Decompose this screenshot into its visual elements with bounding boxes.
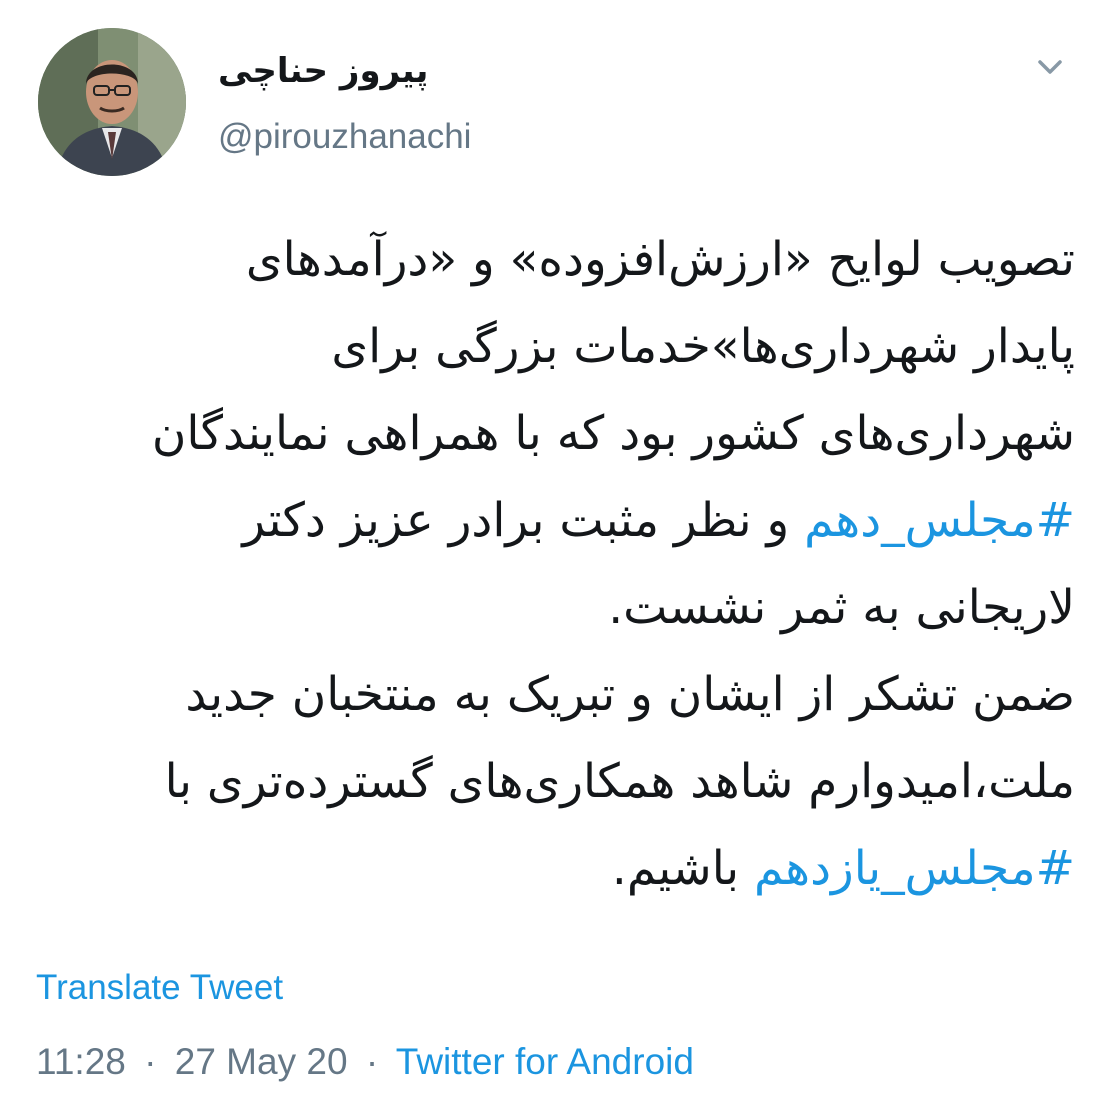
tweet-text-segment: و نظر مثبت برادر عزیز دکتر: [242, 493, 805, 548]
tweet-source-link[interactable]: Twitter for Android: [396, 1041, 694, 1082]
author-display-name[interactable]: پیروز حناچی: [218, 46, 448, 96]
tweet-line: #مجلس_یازدهم باشیم.: [30, 825, 1075, 912]
tweet-line: ملت،امیدوارم شاهد همکاری‌های گسترده‌تری …: [30, 738, 1075, 825]
tweet-metadata: 11:28 · 27 May 20 · Twitter for Android: [36, 1036, 694, 1088]
tweet-line: #مجلس_دهم و نظر مثبت برادر عزیز دکتر: [30, 477, 1075, 564]
tweet-text-segment: شهرداری‌های کشور بود که با همراهی نمایند…: [151, 406, 1075, 461]
tweet-text-segment: تصویب لوایح «ارزش‌افزوده» و «درآمدهای: [245, 232, 1075, 287]
hashtag-link[interactable]: #مجلس_یازدهم: [754, 841, 1075, 896]
tweet-line: تصویب لوایح «ارزش‌افزوده» و «درآمدهای: [30, 216, 1075, 303]
tweet-text-segment: ضمن تشکر از ایشان و تبریک به منتخبان جدی…: [185, 667, 1075, 722]
avatar[interactable]: [38, 28, 186, 176]
tweet-line: شهرداری‌های کشور بود که با همراهی نمایند…: [30, 390, 1075, 477]
tweet-date[interactable]: 27 May 20: [175, 1041, 348, 1082]
tweet-line: ضمن تشکر از ایشان و تبریک به منتخبان جدی…: [30, 651, 1075, 738]
profile-photo-icon: [38, 28, 186, 176]
tweet-time[interactable]: 11:28: [36, 1041, 126, 1082]
translate-tweet-link[interactable]: Translate Tweet: [36, 963, 283, 1013]
chevron-down-icon[interactable]: [1030, 52, 1070, 84]
tweet-line: پایدار شهرداری‌ها»خدمات بزرگی برای: [30, 303, 1075, 390]
tweet-text-segment: لاریجانی به ثمر نشست.: [608, 580, 1075, 635]
author-handle[interactable]: @pirouzhanachi: [218, 112, 471, 162]
tweet-header: پیروز حناچی @pirouzhanachi: [0, 0, 1098, 190]
tweet-text-segment: باشیم.: [611, 841, 755, 896]
meta-separator: ·: [144, 1041, 157, 1082]
tweet-text: تصویب لوایح «ارزش‌افزوده» و «درآمدهای پای…: [30, 216, 1075, 912]
tweet-text-segment: پایدار شهرداری‌ها»خدمات بزرگی برای: [331, 319, 1075, 374]
hashtag-link[interactable]: #مجلس_دهم: [804, 493, 1075, 548]
tweet-text-segment: ملت،امیدوارم شاهد همکاری‌های گسترده‌تری …: [164, 754, 1075, 809]
tweet-line: لاریجانی به ثمر نشست.: [30, 564, 1075, 651]
meta-separator: ·: [365, 1041, 379, 1082]
